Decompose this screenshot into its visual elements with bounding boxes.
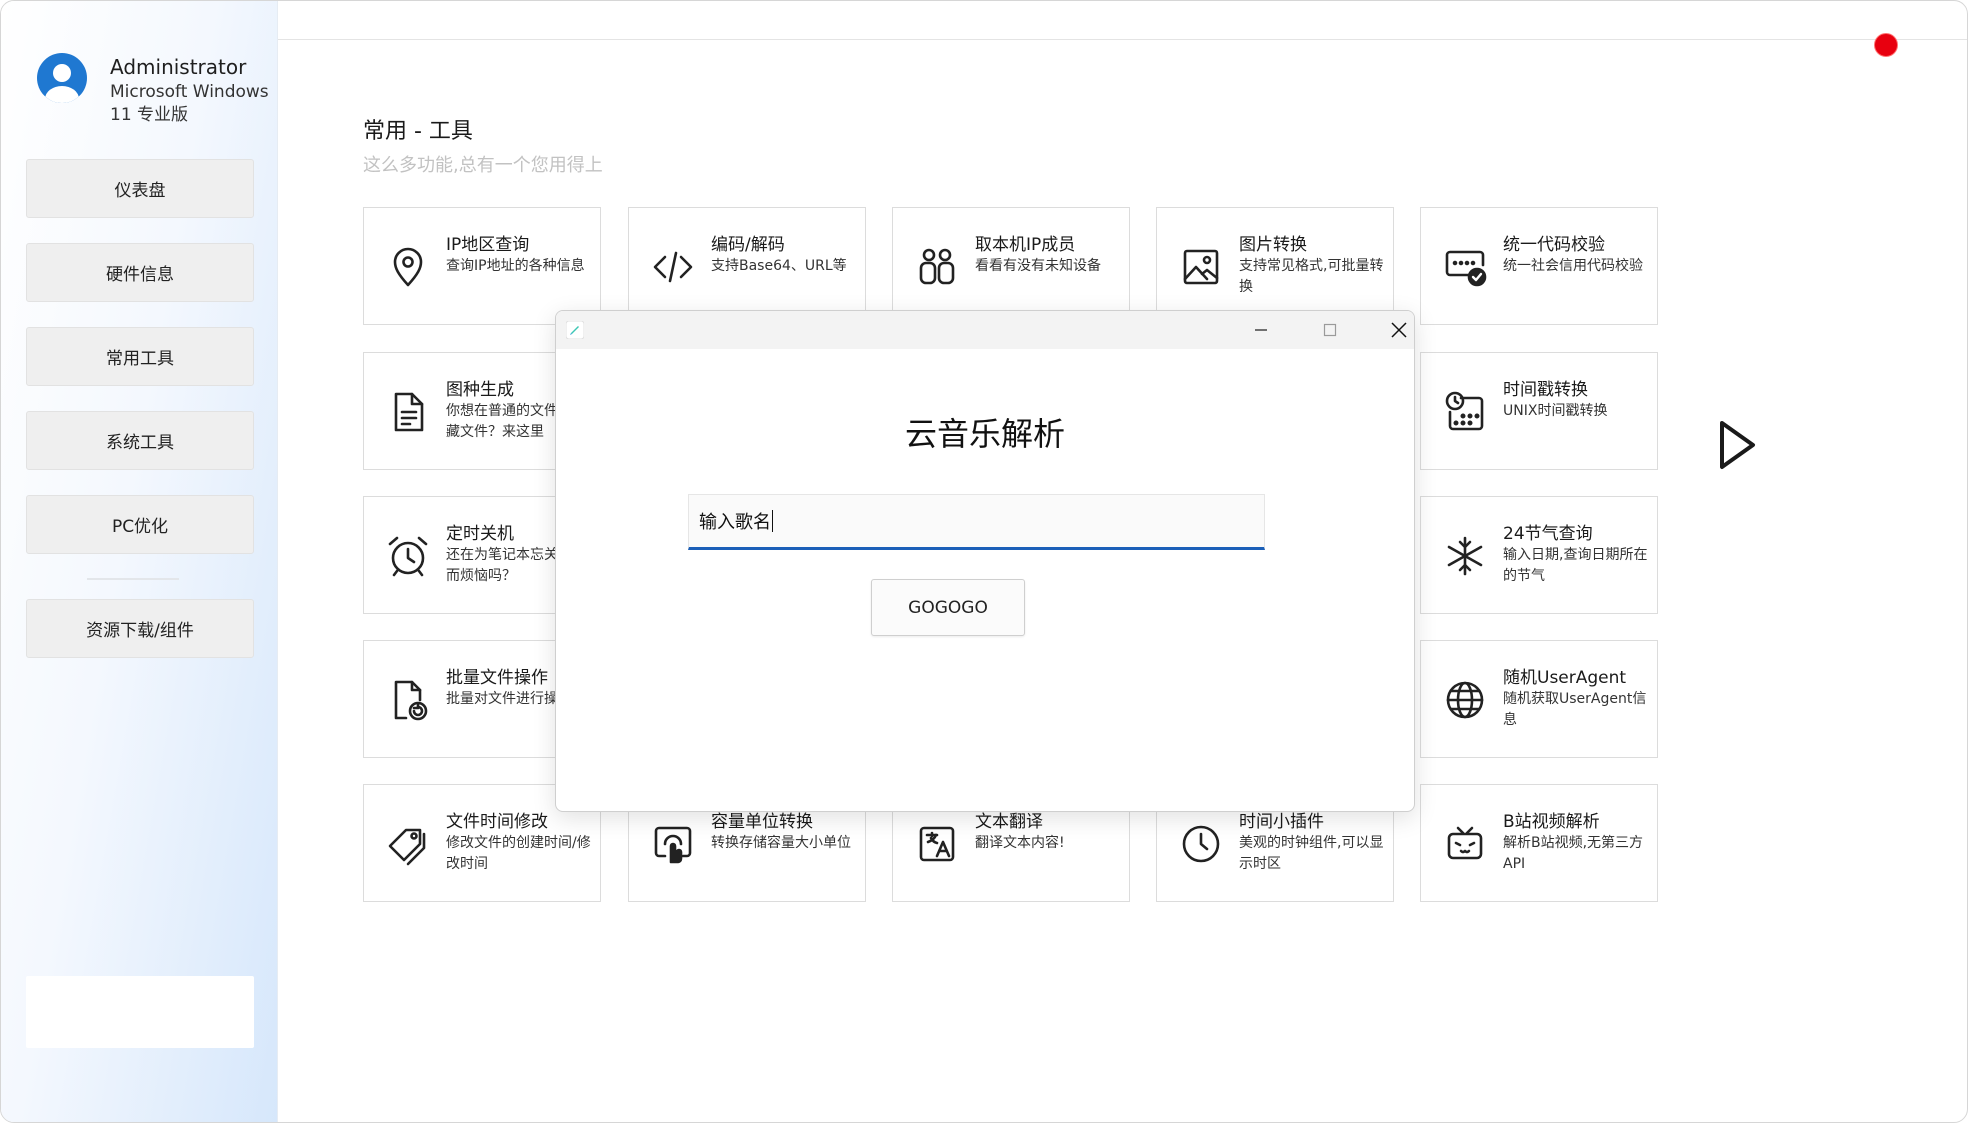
tool-description: 翻译文本内容! — [975, 835, 1065, 851]
people-icon — [915, 245, 959, 289]
tool-description: 统一社会信用代码校验 — [1503, 258, 1643, 274]
tool-card-image-convert[interactable]: 图片转换 支持常见格式,可批量转换 — [1156, 207, 1394, 325]
sidebar: Administrator Microsoft Windows 11 专业版 仪… — [1, 1, 278, 1122]
page-subtitle: 这么多功能,总有一个您用得上 — [363, 155, 603, 176]
tool-card-ip-lookup[interactable]: IP地区查询 查询IP地址的各种信息 — [363, 207, 601, 325]
tool-title: 批量文件操作 — [446, 668, 548, 688]
close-button[interactable] — [1371, 311, 1414, 349]
user-profile: Administrator Microsoft Windows 11 专业版 — [37, 51, 277, 131]
tool-title: 图种生成 — [446, 380, 514, 400]
tool-description: 转换存储容量大小单位 — [711, 835, 851, 851]
user-name: Administrator — [110, 55, 247, 79]
tool-card-solar-terms[interactable]: 24节气查询 输入日期,查询日期所在的节气 — [1420, 496, 1658, 614]
tool-title: 图片转换 — [1239, 235, 1307, 255]
song-name-input[interactable]: 输入歌名 — [688, 494, 1265, 550]
tool-title: 编码/解码 — [711, 235, 785, 255]
next-page-arrow-icon[interactable] — [1717, 419, 1757, 471]
tool-title: 取本机IP成员 — [975, 235, 1076, 255]
sidebar-divider — [87, 578, 179, 580]
globe-icon — [1443, 678, 1487, 722]
image-icon — [1179, 245, 1223, 289]
page-title: 常用 - 工具 — [363, 119, 473, 144]
sidebar-item-common-tools[interactable]: 常用工具 — [26, 327, 254, 386]
file-sync-icon — [386, 678, 430, 722]
tool-card-lan-members[interactable]: 取本机IP成员 看看有没有未知设备 — [892, 207, 1130, 325]
tags-icon — [386, 822, 430, 866]
maximize-icon — [1323, 323, 1337, 337]
avatar-icon — [37, 53, 87, 103]
sidebar-item-system-tools[interactable]: 系统工具 — [26, 411, 254, 470]
song-name-input-value: 输入歌名 — [699, 512, 771, 533]
maximize-button[interactable] — [1302, 311, 1358, 349]
gogogo-button[interactable]: GOGOGO — [871, 579, 1025, 636]
tool-description: 随机获取UserAgent信息 — [1503, 691, 1647, 728]
tv-icon — [1443, 822, 1487, 866]
tool-card-bilibili[interactable]: B站视频解析 解析B站视频,无第三方API — [1420, 784, 1658, 902]
document-icon — [386, 390, 430, 434]
tool-title: 文件时间修改 — [446, 812, 548, 832]
tool-description: UNIX时间戳转换 — [1503, 403, 1608, 419]
clock-icon — [1179, 822, 1223, 866]
tool-title: IP地区查询 — [446, 235, 530, 255]
touch-icon — [651, 822, 695, 866]
tool-description: 支持Base64、URL等 — [711, 258, 847, 274]
sidebar-item-pc-optimize[interactable]: PC优化 — [26, 495, 254, 554]
translate-icon — [915, 822, 959, 866]
title-bar-divider — [278, 39, 1967, 40]
tool-title: 定时关机 — [446, 524, 514, 544]
tool-title: 时间戳转换 — [1503, 380, 1588, 400]
music-parse-dialog: 云音乐解析 输入歌名 GOGOGO — [555, 310, 1415, 812]
tool-description: 解析B站视频,无第三方API — [1503, 835, 1644, 872]
tool-card-random-useragent[interactable]: 随机UserAgent 随机获取UserAgent信息 — [1420, 640, 1658, 758]
sidebar-item-downloads[interactable]: 资源下载/组件 — [26, 599, 254, 658]
code-icon — [651, 245, 695, 289]
app-icon — [566, 321, 584, 339]
dialog-title-bar — [556, 311, 1414, 349]
tool-card-encode-decode[interactable]: 编码/解码 支持Base64、URL等 — [628, 207, 866, 325]
alarm-clock-icon — [386, 534, 430, 578]
text-caret — [772, 510, 773, 532]
tool-title: 24节气查询 — [1503, 524, 1593, 544]
tool-description: 看看有没有未知设备 — [975, 258, 1101, 274]
tool-description: 支持常见格式,可批量转换 — [1239, 258, 1384, 295]
sidebar-item-hardware[interactable]: 硬件信息 — [26, 243, 254, 302]
user-os-version: Microsoft Windows 11 专业版 — [110, 82, 269, 125]
sidebar-bottom-panel — [26, 976, 254, 1048]
tool-card-timestamp[interactable]: 时间戳转换 UNIX时间戳转换 — [1420, 352, 1658, 470]
tool-title: B站视频解析 — [1503, 812, 1600, 832]
tool-title: 随机UserAgent — [1503, 668, 1627, 688]
tool-description: 查询IP地址的各种信息 — [446, 258, 585, 274]
tool-card-credit-code[interactable]: 统一代码校验 统一社会信用代码校验 — [1420, 207, 1658, 325]
sidebar-item-dashboard[interactable]: 仪表盘 — [26, 159, 254, 218]
tool-title: 统一代码校验 — [1503, 235, 1605, 255]
minimize-button[interactable] — [1233, 311, 1289, 349]
minimize-icon — [1255, 329, 1267, 331]
tool-description: 输入日期,查询日期所在的节气 — [1503, 547, 1648, 584]
app-window: Administrator Microsoft Windows 11 专业版 仪… — [0, 0, 1968, 1123]
calendar-clock-icon — [1443, 390, 1487, 434]
close-icon — [1391, 322, 1407, 338]
tool-description: 修改文件的创建时间/修改时间 — [446, 835, 591, 872]
snowflake-icon — [1443, 534, 1487, 578]
dialog-title: 云音乐解析 — [904, 415, 1065, 453]
location-pin-icon — [386, 245, 430, 289]
tool-description: 美观的时钟组件,可以显示时区 — [1239, 835, 1384, 872]
verify-icon — [1443, 245, 1487, 289]
recording-indicator[interactable] — [1874, 33, 1898, 57]
